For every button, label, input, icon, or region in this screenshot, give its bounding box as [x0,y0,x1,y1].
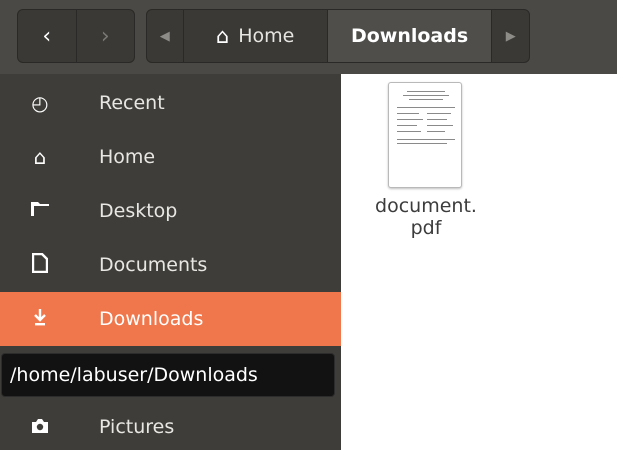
triangle-left-icon: ◀ [159,28,170,44]
sidebar-item-pictures[interactable]: Pictures [0,400,341,454]
pdf-thumbnail-icon [388,82,462,188]
navigation-buttons: ‹ › [17,9,135,63]
back-button[interactable]: ‹ [18,10,76,62]
sidebar-item-recent[interactable]: ◴ Recent [0,76,341,130]
path-button-label: Home [238,25,295,47]
sidebar-item-desktop[interactable]: Desktop [0,184,341,238]
sidebar-item-label: Downloads [99,308,204,330]
chevron-right-icon: › [100,23,110,49]
camera-icon [28,415,52,439]
home-icon: ⌂ [33,145,47,169]
triangle-right-icon: ▶ [505,28,516,44]
file-name-line: pdf [410,217,442,239]
path-scroll-right-button[interactable]: ▶ [491,10,529,62]
sidebar-item-downloads[interactable]: Downloads [0,292,341,346]
path-button-home[interactable]: ⌂ Home [182,10,327,62]
sidebar-item-label: Home [99,146,156,168]
tooltip-text: /home/labuser/Downloads [10,364,258,386]
path-button-downloads[interactable]: Downloads [326,10,492,62]
path-bar: ◀ ⌂ Home Downloads ▶ [146,9,530,63]
document-icon [28,252,52,278]
sidebar-item-label: Pictures [99,416,175,438]
file-view[interactable] [341,74,617,450]
sidebar-item-label: Desktop [99,200,178,222]
path-scroll-left-button[interactable]: ◀ [147,10,183,62]
sidebar-item-home[interactable]: ⌂ Home [0,130,341,184]
sidebar-item-documents[interactable]: Documents [0,238,341,292]
file-name: document. pdf [366,195,486,239]
sidebar-item-label: Documents [99,254,208,276]
header-bar: ‹ › ◀ ⌂ Home Downloads ▶ [0,0,617,74]
folder-icon [28,199,52,223]
home-icon: ⌂ [215,24,230,48]
path-button-label: Downloads [350,25,469,47]
download-icon [28,307,52,332]
chevron-left-icon: ‹ [42,23,52,49]
file-name-line: document. [375,195,477,217]
forward-button[interactable]: › [75,10,135,62]
path-tooltip: /home/labuser/Downloads [1,353,335,397]
clock-icon: ◴ [31,91,49,115]
sidebar-item-label: Recent [99,92,165,114]
